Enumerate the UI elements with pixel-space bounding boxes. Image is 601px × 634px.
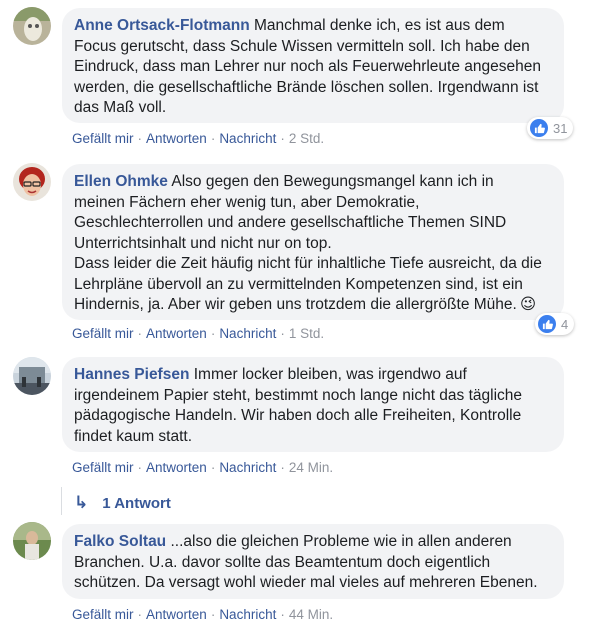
like-icon [530, 119, 548, 137]
reaction-count[interactable]: 31 [527, 117, 574, 139]
comment-text-line: ...also die gleichen Probleme wie in all… [170, 533, 512, 550]
comment-text-line: Unterrichtsinhalt und nicht nur on top. [74, 234, 332, 252]
reply-link[interactable]: Antworten [146, 131, 207, 146]
like-link[interactable]: Gefällt mir [72, 607, 134, 622]
comment-timestamp[interactable]: 44 Min. [289, 607, 333, 622]
view-replies-link[interactable]: ↳ 1 Antwort [74, 493, 171, 513]
comment-text-line: pädagogische Handeln. Wir haben doch all… [74, 407, 522, 424]
comment-bubble: Anne Ortsack-Flotmann Manchmal denke ich… [62, 8, 564, 123]
reply-link[interactable]: Antworten [146, 326, 207, 341]
comment-author[interactable]: Hannes Piefsen [74, 366, 189, 383]
comment-text-line: Lehrpläne übervoll an zu vermittelnden K… [74, 275, 523, 293]
like-link[interactable]: Gefällt mir [72, 131, 134, 146]
comment-text-line: Branchen. U.a. davor sollte das Beamtent… [74, 553, 491, 571]
reaction-number: 4 [561, 316, 569, 332]
comment-text-line: Geschlechterrollen und andere gesellscha… [74, 214, 507, 231]
comment-text-line: Also gegen den Bewegungsmangel kann ich … [171, 173, 494, 190]
message-link[interactable]: Nachricht [219, 607, 276, 622]
comment-text-line: Immer locker bleiben, was irgendwo auf [193, 366, 467, 383]
comment-actions: Gefällt mir · Antworten · Nachricht · 1 Std. [72, 326, 325, 341]
comment-actions: Gefällt mir · Antworten · Nachricht · 24 Min. [72, 460, 334, 475]
comment-text-line: Eindruck, dass man Lehrer nur noch als F… [74, 58, 541, 75]
comment-author[interactable]: Ellen Ohmke [74, 173, 168, 190]
comment-timestamp[interactable]: 2 Std. [289, 131, 324, 146]
comment-actions: Gefällt mir · Antworten · Nachricht · 2 Std. [72, 131, 325, 146]
comment-text-line: werden, die gesellschaftliche Brände lös… [74, 78, 539, 96]
comment-timestamp[interactable]: 24 Min. [289, 460, 333, 475]
message-link[interactable]: Nachricht [219, 131, 276, 146]
comment-text-line: findet kaum statt. [74, 427, 193, 445]
comment-text-line: schützen. Da versagt wohl wieder mal vie… [74, 574, 538, 591]
comment-text-line: irgendeinem Papier steht, bestimmt noch … [74, 386, 523, 404]
comment-text-line: das Maß voll. [74, 99, 167, 116]
wink-emoji-icon: 😉 [519, 296, 537, 313]
avatar[interactable] [13, 357, 51, 395]
comment-bubble: Ellen Ohmke Also gegen den Bewegungsmang… [62, 164, 564, 320]
comment-text-line: meinen Fächern eher wenig tun, aber Demo… [74, 193, 420, 211]
like-link[interactable]: Gefällt mir [72, 326, 134, 341]
reaction-number: 31 [553, 120, 568, 136]
replies-count: 1 Antwort [102, 495, 171, 512]
avatar[interactable] [13, 163, 51, 201]
avatar[interactable] [13, 7, 51, 45]
reply-arrow-icon: ↳ [74, 493, 89, 512]
comment-bubble: Falko Soltau ...also die gleichen Proble… [62, 524, 564, 599]
comment-actions: Gefällt mir · Antworten · Nachricht · 44 Min. [72, 607, 334, 622]
reaction-count[interactable]: 4 [535, 313, 575, 335]
reply-link[interactable]: Antworten [146, 460, 207, 475]
like-icon [538, 315, 556, 333]
comment-author[interactable]: Anne Ortsack-Flotmann [74, 17, 250, 34]
comment-author[interactable]: Falko Soltau [74, 533, 166, 550]
comment-timestamp[interactable]: 1 Std. [289, 326, 324, 341]
like-link[interactable]: Gefällt mir [72, 460, 134, 475]
comment-text-line: Manchmal denke ich, es ist aus dem [254, 17, 505, 34]
reply-link[interactable]: Antworten [146, 607, 207, 622]
comment-bubble: Hannes Piefsen Immer locker bleiben, was… [62, 357, 564, 452]
message-link[interactable]: Nachricht [219, 326, 276, 341]
thread-line [61, 487, 62, 515]
comment-text-line: Focus gerutscht, dass Schule Wissen verm… [74, 37, 530, 55]
comment-text-line: Hindernis, ja. Aber wir geben uns trotzd… [74, 296, 517, 313]
message-link[interactable]: Nachricht [219, 460, 276, 475]
comment-text-line: Dass leider die Zeit häufig nicht für in… [74, 255, 542, 272]
avatar[interactable] [13, 522, 51, 560]
